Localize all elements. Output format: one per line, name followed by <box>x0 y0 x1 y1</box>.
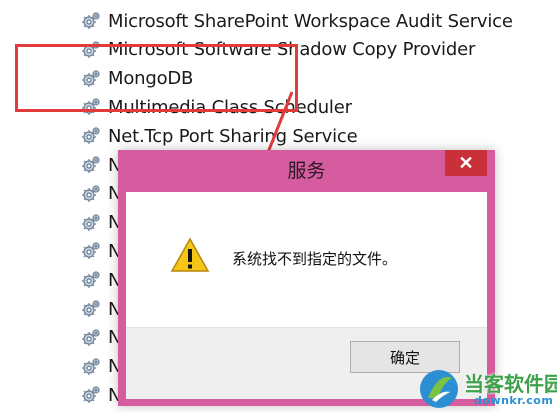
dialog-message: 系统找不到指定的文件。 <box>232 250 398 268</box>
warning-icon <box>170 237 210 272</box>
message-area: 系统找不到指定的文件。 <box>126 192 487 327</box>
gear-icon <box>80 183 102 205</box>
service-row[interactable]: N <box>80 352 121 382</box>
gear-icon <box>80 212 102 234</box>
service-row[interactable]: N <box>80 236 121 266</box>
watermark-logo-icon <box>420 370 458 408</box>
service-row[interactable]: Net.Tcp Port Sharing Service <box>80 121 358 151</box>
service-row[interactable]: N <box>80 294 121 324</box>
service-name: Microsoft SharePoint Workspace Audit Ser… <box>108 10 513 32</box>
dialog-title: 服务 <box>287 159 326 182</box>
service-name: Net.Tcp Port Sharing Service <box>108 125 358 147</box>
gear-icon <box>80 10 102 32</box>
watermark-title: 当客软件园 <box>464 372 557 396</box>
service-row[interactable]: N <box>80 150 121 180</box>
gear-icon <box>80 298 102 320</box>
gear-icon <box>80 240 102 262</box>
service-row[interactable]: N <box>80 208 121 238</box>
gear-icon <box>80 384 102 406</box>
close-button[interactable]: ✕ <box>445 150 487 176</box>
gear-icon <box>80 125 102 147</box>
service-row[interactable]: Microsoft SharePoint Workspace Audit Ser… <box>80 6 513 36</box>
gear-icon <box>80 154 102 176</box>
gear-icon <box>80 269 102 291</box>
service-row[interactable]: N <box>80 179 121 209</box>
service-row[interactable]: N <box>80 323 121 353</box>
service-row[interactable]: N <box>80 380 121 410</box>
watermark: 当客软件园 downkr.com <box>418 368 557 410</box>
gear-icon <box>80 356 102 378</box>
gear-icon <box>80 327 102 349</box>
close-icon: ✕ <box>458 152 474 173</box>
service-row[interactable]: N <box>80 265 121 295</box>
highlight-box <box>15 44 298 112</box>
watermark-url: downkr.com <box>474 394 554 407</box>
